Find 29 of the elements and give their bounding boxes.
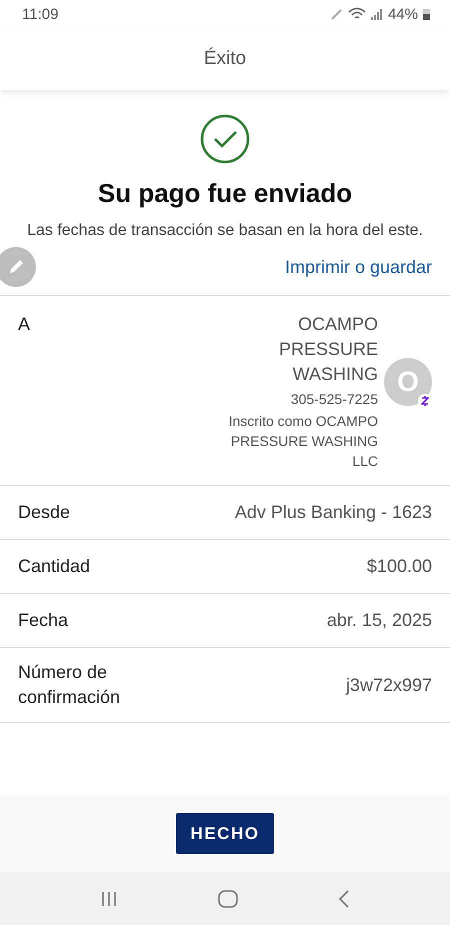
home-icon[interactable] [218, 890, 238, 908]
success-title: Su pago fue enviado [98, 178, 352, 209]
detail-value: Adv Plus Banking - 1623 [234, 502, 432, 523]
pen-icon [330, 8, 343, 20]
back-icon[interactable] [338, 890, 350, 908]
enrolled-name: Inscrito como OCAMPO PRESSURE WASHING LLC [228, 412, 378, 471]
detail-label: Número de confirmación [18, 661, 122, 709]
battery-percent: 44% [388, 6, 418, 22]
detail-value: abr. 15, 2025 [326, 610, 432, 631]
screen-title: Éxito [204, 48, 246, 70]
recipient-name: OCAMPO PRESSURE WASHING [278, 313, 378, 386]
signal-icon [370, 8, 383, 20]
battery-icon [423, 8, 430, 20]
recipient-label: A [18, 313, 30, 336]
wifi-icon [348, 7, 366, 21]
detail-label: Fecha [18, 609, 68, 632]
timezone-note: Las fechas de transacción se basan en la hora del este. [27, 221, 423, 241]
detail-value: j3w72x997 [346, 674, 432, 696]
recipient-phone: 305-525-7225 [290, 390, 378, 409]
zelle-icon [418, 394, 432, 408]
recent-apps-icon[interactable] [100, 890, 118, 906]
detail-label: Cantidad [18, 555, 90, 578]
print-save-link[interactable]: Imprimir o guardar [284, 256, 432, 278]
status-time: 11:09 [22, 6, 58, 22]
detail-label: Desde [18, 501, 70, 524]
detail-value: $100.00 [366, 556, 432, 577]
pencil-icon [7, 258, 25, 276]
check-circle-icon [200, 114, 250, 164]
done-button[interactable]: HECHO [176, 813, 274, 854]
